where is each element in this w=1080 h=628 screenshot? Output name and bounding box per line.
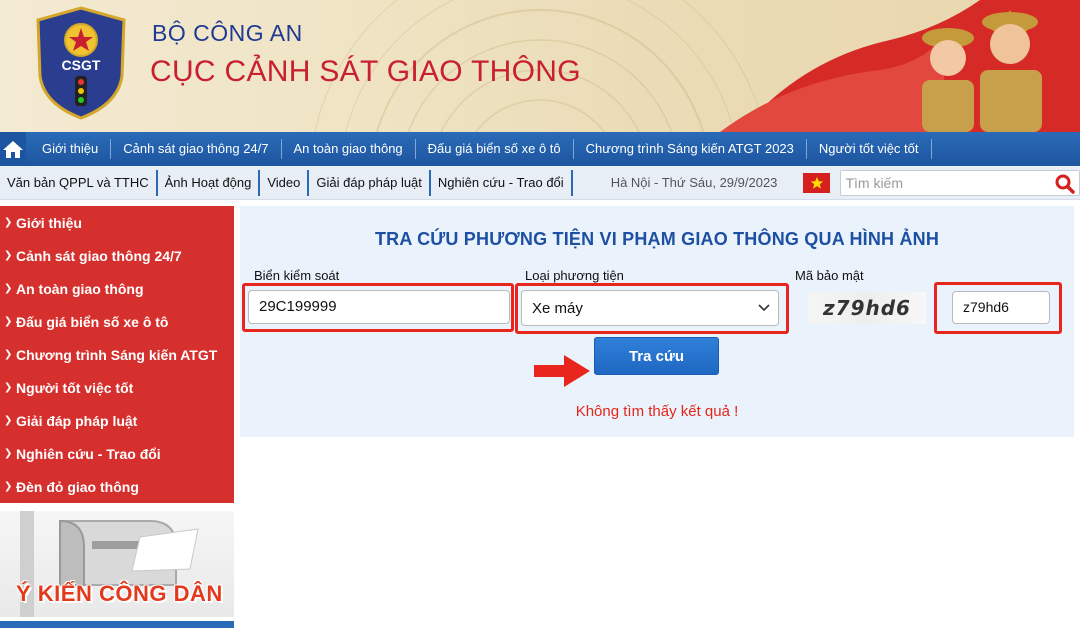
citizen-banner-text: Ý KIẾN CÔNG DÂN xyxy=(16,581,223,606)
sidebar-item-label: Người tốt việc tốt xyxy=(16,379,134,396)
nav-item-dau-gia-bien-so[interactable]: Đấu giá biển số xe ô tô xyxy=(416,139,574,159)
csgt-logo[interactable]: CSGT xyxy=(34,6,128,120)
home-icon xyxy=(3,141,23,158)
subnav-item-giai-dap[interactable]: Giải đáp pháp luật xyxy=(309,169,431,196)
subnav-item-van-ban[interactable]: Văn bản QPPL và TTHC xyxy=(0,169,158,196)
vehicle-type-select[interactable]: Xe máy xyxy=(521,290,779,326)
nav-item-an-toan-giao-thong[interactable]: An toàn giao thông xyxy=(282,139,416,159)
vietnam-flag-icon xyxy=(803,172,831,193)
captcha-image: z79hd6 xyxy=(808,292,926,324)
lookup-submit-button[interactable]: Tra cứu xyxy=(594,337,719,375)
header-banner: CSGT BỘ CÔNG AN CỤC CẢNH SÁT GIAO THÔNG xyxy=(0,0,1080,132)
chevron-right-icon: ❯ xyxy=(4,415,13,426)
lookup-title: TRA CỨU PHƯƠNG TIỆN VI PHẠM GIAO THÔNG Q… xyxy=(374,229,940,249)
subnav-item-anh-hoat-dong[interactable]: Ảnh Hoạt động xyxy=(158,169,261,196)
main-nav: Giới thiệu Cảnh sát giao thông 24/7 An t… xyxy=(0,132,1080,166)
search-box xyxy=(840,169,1080,196)
sidebar-item-label: Cảnh sát giao thông 24/7 xyxy=(16,247,182,264)
plate-input[interactable]: 29C199999 xyxy=(248,290,510,324)
nav-item-csgt-24-7[interactable]: Cảnh sát giao thông 24/7 xyxy=(111,139,282,159)
captcha-label: Mã bảo mật xyxy=(795,268,864,283)
sidebar-item-dau-gia-bien-so[interactable]: ❯ Đấu giá biển số xe ô tô xyxy=(0,305,234,338)
sidebar-bottom-bar xyxy=(0,621,234,628)
sidebar-item-csgt-24-7[interactable]: ❯ Cảnh sát giao thông 24/7 xyxy=(0,239,234,272)
sidebar-item-an-toan-giao-thong[interactable]: ❯ An toàn giao thông xyxy=(0,272,234,305)
citizen-feedback-banner[interactable]: Ý KIẾN CÔNG DÂN xyxy=(0,511,234,617)
violation-lookup-panel: TRA CỨU PHƯƠNG TIỆN VI PHẠM GIAO THÔNG Q… xyxy=(240,206,1074,437)
svg-text:CSGT: CSGT xyxy=(62,57,101,73)
sidebar-item-label: Giới thiệu xyxy=(16,214,82,231)
sidebar-item-label: Đèn đỏ giao thông xyxy=(16,478,139,495)
sidebar-item-label: Nghiên cứu - Trao đổi xyxy=(16,445,161,462)
department-name: CỤC CẢNH SÁT GIAO THÔNG xyxy=(150,55,581,88)
chevron-right-icon: ❯ xyxy=(4,217,13,228)
nav-item-sang-kien-atgt[interactable]: Chương trình Sáng kiến ATGT 2023 xyxy=(574,139,807,159)
nav-item-nguoi-tot-viec-tot[interactable]: Người tốt việc tốt xyxy=(807,139,932,159)
sidebar-item-sang-kien-atgt[interactable]: ❯ Chương trình Sáng kiến ATGT xyxy=(0,338,234,371)
vehicle-type-value: Xe máy xyxy=(532,299,583,317)
agency-name: BỘ CÔNG AN xyxy=(152,20,303,46)
home-button[interactable] xyxy=(0,132,26,166)
chevron-right-icon: ❯ xyxy=(4,316,13,327)
sidebar-item-nghien-cuu[interactable]: ❯ Nghiên cứu - Trao đổi xyxy=(0,437,234,470)
chevron-right-icon: ❯ xyxy=(4,349,13,360)
chevron-right-icon: ❯ xyxy=(4,283,13,294)
nav-item-gioi-thieu[interactable]: Giới thiệu xyxy=(30,139,112,159)
sidebar-item-label: Đấu giá biển số xe ô tô xyxy=(16,313,169,330)
current-date: Hà Nội - Thứ Sáu, 29/9/2023 xyxy=(610,175,778,190)
subnav-item-video[interactable]: Video xyxy=(260,169,310,196)
vehicle-type-label: Loại phương tiện xyxy=(525,268,624,283)
chevron-right-icon: ❯ xyxy=(4,250,13,261)
search-input[interactable] xyxy=(841,170,1057,195)
chevron-down-icon xyxy=(758,304,770,312)
sidebar-item-label: An toàn giao thông xyxy=(16,280,144,297)
flag-officers-illustration xyxy=(720,0,1080,132)
sidebar-item-nguoi-tot-viec-tot[interactable]: ❯ Người tốt việc tốt xyxy=(0,371,234,404)
arrow-right-icon xyxy=(534,355,590,387)
sidebar-item-gioi-thieu[interactable]: ❯ Giới thiệu xyxy=(0,206,234,239)
subnav-item-nghien-cuu[interactable]: Nghiên cứu - Trao đổi xyxy=(431,169,573,196)
sidebar-menu: ❯ Giới thiệu ❯ Cảnh sát giao thông 24/7 ❯ A… xyxy=(0,206,234,503)
sidebar-item-den-do[interactable]: ❯ Đèn đỏ giao thông xyxy=(0,470,234,503)
sub-nav: Văn bản QPPL và TTHC Ảnh Hoạt động Video… xyxy=(0,166,1080,200)
chevron-right-icon: ❯ xyxy=(4,448,13,459)
chevron-right-icon: ❯ xyxy=(4,481,13,492)
chevron-right-icon: ❯ xyxy=(4,382,13,393)
sidebar-item-label: Chương trình Sáng kiến ATGT xyxy=(16,346,218,363)
result-message: Không tìm thấy kết quả ! xyxy=(575,403,739,420)
sidebar-item-label: Giải đáp pháp luật xyxy=(16,412,138,429)
plate-label: Biển kiểm soát xyxy=(254,268,340,283)
captcha-input[interactable]: z79hd6 xyxy=(952,291,1050,324)
sidebar-item-giai-dap-phap-luat[interactable]: ❯ Giải đáp pháp luật xyxy=(0,404,234,437)
search-icon[interactable] xyxy=(1055,174,1075,194)
